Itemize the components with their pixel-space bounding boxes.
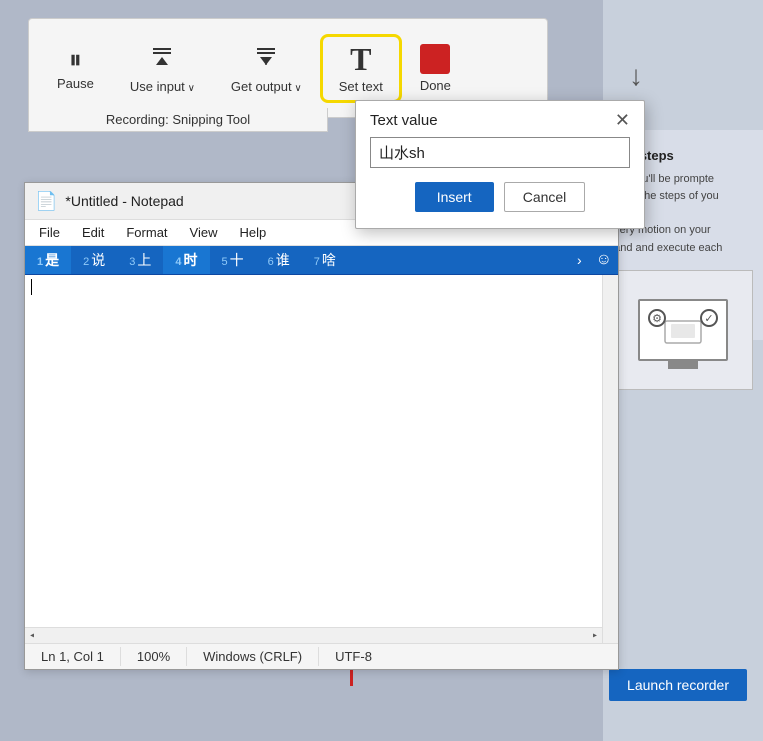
- ime-candidate-4[interactable]: 4时: [163, 246, 209, 274]
- menu-format[interactable]: Format: [116, 222, 177, 243]
- use-input-label: Use input: [130, 79, 195, 94]
- get-output-label: Get output: [231, 79, 302, 94]
- dialog-close-button[interactable]: ✕: [615, 111, 630, 129]
- done-label: Done: [420, 78, 451, 93]
- ime-emoji-button[interactable]: ☺: [590, 247, 618, 273]
- text-value-dialog: Text value ✕ Insert Cancel: [355, 100, 645, 229]
- ime-candidate-bar: 1是 2说 3上 4时 5十 6谁 7啥 › ☺: [25, 246, 618, 275]
- menu-file[interactable]: File: [29, 222, 70, 243]
- ime-number-2: 2: [83, 256, 89, 268]
- cancel-button[interactable]: Cancel: [504, 182, 586, 212]
- set-text-icon: T: [350, 43, 371, 75]
- notepad-scrollbar-horizontal[interactable]: ◂ ▸: [25, 627, 602, 643]
- down-arrow-icon: ↓: [629, 60, 643, 92]
- ime-number-7: 7: [314, 256, 320, 268]
- ime-number-4: 4: [175, 256, 181, 268]
- set-text-label: Set text: [339, 79, 383, 94]
- done-icon: [420, 44, 450, 74]
- ime-number-6: 6: [268, 256, 274, 268]
- status-line-ending: Windows (CRLF): [187, 647, 319, 666]
- recording-text: Recording: Snipping Tool: [106, 112, 250, 127]
- notepad-cursor: [31, 279, 32, 295]
- settings-icon: ⚙: [648, 309, 666, 327]
- use-input-icon: [148, 43, 176, 75]
- ime-number-3: 3: [129, 256, 135, 268]
- set-text-button[interactable]: T Set text: [320, 34, 402, 103]
- ime-candidate-7[interactable]: 7啥: [302, 246, 348, 274]
- insert-button[interactable]: Insert: [415, 182, 494, 212]
- menu-help[interactable]: Help: [229, 222, 276, 243]
- ime-candidate-6[interactable]: 6谁: [256, 246, 302, 274]
- ime-number-5: 5: [222, 256, 228, 268]
- pause-icon: ⏸: [69, 46, 82, 72]
- recording-label: Recording: Snipping Tool: [28, 108, 328, 132]
- monitor-preview: ✓ ⚙: [613, 270, 753, 390]
- ime-candidate-1[interactable]: 1是: [25, 246, 71, 274]
- done-button[interactable]: Done: [402, 36, 469, 101]
- notepad-scrollbar-vertical[interactable]: [602, 275, 618, 643]
- dialog-buttons: Insert Cancel: [356, 178, 644, 228]
- dialog-input-wrap: [356, 135, 644, 178]
- get-output-icon: [252, 43, 280, 75]
- menu-edit[interactable]: Edit: [72, 222, 114, 243]
- status-encoding: UTF-8: [319, 647, 388, 666]
- text-value-input[interactable]: [370, 137, 630, 168]
- scroll-right-icon[interactable]: ▸: [588, 630, 602, 642]
- pause-button[interactable]: ⏸ Pause: [39, 38, 112, 99]
- ime-number-1: 1: [37, 256, 43, 268]
- ime-candidate-3[interactable]: 3上: [117, 246, 163, 274]
- scroll-left-icon[interactable]: ◂: [25, 630, 39, 642]
- menu-view[interactable]: View: [180, 222, 228, 243]
- get-output-button[interactable]: Get output: [213, 35, 320, 102]
- pause-label: Pause: [57, 76, 94, 91]
- status-zoom: 100%: [121, 647, 187, 666]
- notepad-window: 📄 *Untitled - Notepad ─ □ ✕ File Edit Fo…: [24, 182, 619, 670]
- notepad-statusbar: Ln 1, Col 1 100% Windows (CRLF) UTF-8: [25, 643, 618, 669]
- ime-candidate-5[interactable]: 5十: [210, 246, 256, 274]
- ime-candidate-2[interactable]: 2说: [71, 246, 117, 274]
- ime-arrow-icon[interactable]: ›: [569, 248, 590, 272]
- dialog-titlebar: Text value ✕: [356, 101, 644, 135]
- dialog-title: Text value: [370, 112, 438, 129]
- notepad-app-icon: 📄: [35, 191, 57, 212]
- notepad-content-area[interactable]: ◂ ▸: [25, 275, 618, 643]
- monitor-icon: ✓ ⚙: [638, 299, 728, 361]
- status-position: Ln 1, Col 1: [25, 647, 121, 666]
- launch-recorder-button[interactable]: Launch recorder: [609, 669, 747, 701]
- use-input-button[interactable]: Use input: [112, 35, 213, 102]
- checkmark-icon: ✓: [700, 309, 718, 327]
